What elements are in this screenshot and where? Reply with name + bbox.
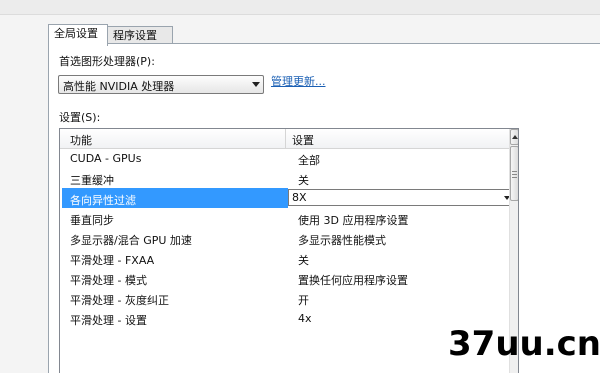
- settings-row[interactable]: 平滑处理 - 设置 4x: [60, 308, 509, 328]
- preferred-gpu-label: 首选图形处理器(P):: [59, 55, 155, 68]
- manage-updates-link[interactable]: 管理更新...: [271, 73, 326, 89]
- settings-row[interactable]: CUDA - GPUs 全部: [60, 148, 509, 168]
- scrollbar-thumb[interactable]: [510, 146, 518, 201]
- settings-row[interactable]: 三重缓冲 关: [60, 168, 509, 188]
- settings-row[interactable]: 垂直同步 使用 3D 应用程序设置: [60, 208, 509, 228]
- column-header-feature[interactable]: 功能: [70, 132, 92, 148]
- setting-value: 关: [298, 174, 309, 187]
- setting-value-dropdown[interactable]: [288, 189, 514, 206]
- column-divider[interactable]: [285, 129, 286, 148]
- chevron-down-icon: [252, 82, 260, 87]
- setting-value: 多显示器性能模式: [298, 234, 386, 247]
- setting-value: 全部: [298, 154, 320, 167]
- settings-list-header: 功能 设置: [60, 129, 518, 149]
- site-watermark: 37uu.cn: [448, 324, 600, 364]
- preferred-gpu-dropdown[interactable]: 高性能 NVIDIA 处理器: [58, 75, 264, 94]
- tab-global-settings[interactable]: 全局设置: [48, 24, 108, 46]
- preferred-gpu-value: 高性能 NVIDIA 处理器: [63, 80, 175, 93]
- settings-row[interactable]: 平滑处理 - 模式 置换任何应用程序设置: [60, 268, 509, 288]
- settings-row[interactable]: 多显示器/混合 GPU 加速 多显示器性能模式: [60, 228, 509, 248]
- feature-name: 平滑处理 - 模式: [70, 274, 147, 287]
- feature-name: 平滑处理 - 设置: [70, 314, 147, 327]
- settings-label: 设置(S):: [59, 111, 101, 124]
- setting-value: 关: [298, 254, 309, 267]
- settings-row[interactable]: 平滑处理 - FXAA 关: [60, 248, 509, 268]
- setting-value: 4x: [298, 312, 312, 325]
- setting-value: 使用 3D 应用程序设置: [298, 214, 409, 227]
- window-title-bar: [0, 0, 600, 15]
- feature-name: CUDA - GPUs: [70, 152, 142, 165]
- settings-row-selected[interactable]: 各向异性过滤 8X: [60, 188, 514, 208]
- feature-name: 各向异性过滤: [70, 194, 136, 207]
- settings-row[interactable]: 平滑处理 - 灰度纠正 开: [60, 288, 509, 308]
- setting-value: 置换任何应用程序设置: [298, 274, 408, 287]
- feature-name: 三重缓冲: [70, 174, 114, 187]
- setting-value: 8X: [292, 191, 307, 204]
- column-header-setting[interactable]: 设置: [292, 132, 314, 148]
- scroll-up-icon[interactable]: [510, 129, 518, 145]
- feature-name: 多显示器/混合 GPU 加速: [70, 234, 192, 247]
- feature-name: 平滑处理 - 灰度纠正: [70, 294, 169, 307]
- feature-name: 垂直同步: [70, 214, 114, 227]
- feature-name: 平滑处理 - FXAA: [70, 254, 155, 267]
- setting-value: 开: [298, 294, 309, 307]
